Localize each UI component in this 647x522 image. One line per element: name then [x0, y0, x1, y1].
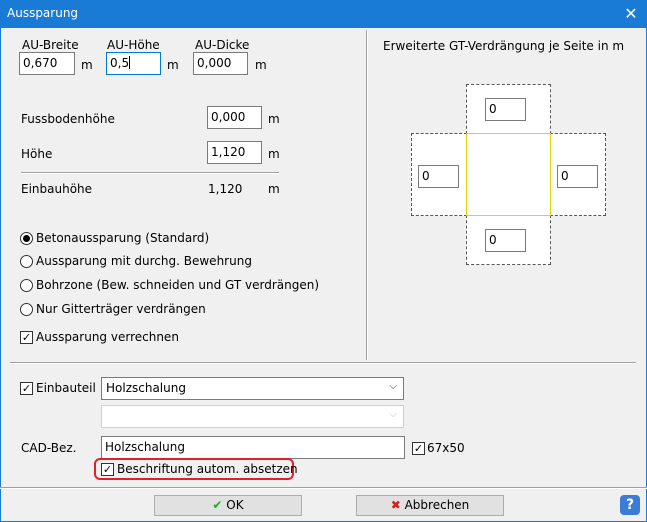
- chevron-down-icon: ⌵: [389, 409, 397, 420]
- einbauhoehe-unit: m: [268, 182, 280, 196]
- radio-gittertraeger-label[interactable]: Nur Gitterträger verdrängen: [36, 302, 206, 316]
- text-caret: [129, 56, 131, 69]
- au-breite-unit: m: [81, 58, 93, 72]
- fussbodenhoehe-label: Fussbodenhöhe: [21, 112, 115, 126]
- au-hoehe-label: AU-Höhe: [107, 38, 160, 52]
- einbauhoehe-value: 1,120: [208, 182, 243, 196]
- size-checkbox[interactable]: ✓: [412, 442, 425, 455]
- radio-gittertraeger[interactable]: [20, 303, 33, 316]
- beschriftung-checkbox[interactable]: ✓: [101, 463, 114, 476]
- radio-bohrzone-label[interactable]: Bohrzone (Bew. schneiden und GT verdräng…: [36, 278, 319, 292]
- cancel-button[interactable]: ✖ Abbrechen: [356, 495, 504, 516]
- title-bar: Aussparung ✕: [0, 0, 647, 28]
- radio-durchg-bewehrung-label[interactable]: Aussparung mit durchg. Bewehrung: [36, 254, 252, 268]
- au-breite-input[interactable]: 0,670: [19, 52, 75, 75]
- einbauteil-sub-select: ⌵: [101, 405, 404, 428]
- verrechnen-label[interactable]: Aussparung verrechnen: [36, 330, 179, 344]
- levels-separator: [21, 172, 279, 174]
- gt-title: Erweiterte GT-Verdrängung je Seite in m: [383, 39, 625, 53]
- gt-bottom-input[interactable]: 0: [485, 229, 526, 252]
- au-breite-label: AU-Breite: [22, 38, 79, 52]
- help-icon[interactable]: ?: [620, 495, 640, 515]
- fussbodenhoehe-input[interactable]: 0,000: [207, 106, 262, 129]
- einbauhoehe-label: Einbauhöhe: [21, 182, 93, 196]
- footer-separator: [0, 487, 647, 489]
- gt-center-box: [466, 133, 551, 216]
- au-hoehe-value: 0,5: [110, 56, 130, 70]
- gt-top-input[interactable]: 0: [485, 98, 526, 121]
- einbauteil-select[interactable]: Holzschalung ⌵: [101, 377, 404, 400]
- panel-separator: [366, 30, 368, 360]
- radio-durchg-bewehrung[interactable]: [20, 255, 33, 268]
- cad-bez-input[interactable]: Holzschalung: [101, 436, 405, 459]
- beschriftung-label[interactable]: Beschriftung autom. absetzen: [117, 462, 298, 476]
- hoehe-label: Höhe: [21, 147, 53, 161]
- size-label[interactable]: 67x50: [427, 441, 465, 455]
- close-icon[interactable]: ✕: [615, 0, 647, 28]
- x-icon: ✖: [390, 498, 401, 512]
- checkmark-icon: ✔: [212, 498, 223, 512]
- einbauteil-checkbox[interactable]: ✓: [20, 382, 33, 395]
- window-title: Aussparung: [7, 6, 79, 20]
- hoehe-unit: m: [268, 147, 280, 161]
- ok-button[interactable]: ✔ OK: [154, 495, 302, 516]
- au-dicke-unit: m: [255, 58, 267, 72]
- hoehe-input[interactable]: 1,120: [207, 141, 262, 164]
- au-hoehe-unit: m: [167, 58, 179, 72]
- radio-betonaussparung-label[interactable]: Betonaussparung (Standard): [36, 231, 209, 245]
- radio-betonaussparung[interactable]: [20, 232, 33, 245]
- einbauteil-select-value: Holzschalung: [106, 381, 186, 395]
- gt-right-input[interactable]: 0: [557, 165, 598, 188]
- cad-bez-label: CAD-Bez.: [21, 441, 77, 455]
- gt-left-input[interactable]: 0: [418, 165, 459, 188]
- au-dicke-input[interactable]: 0,000: [193, 52, 248, 75]
- cancel-button-label: Abbrechen: [404, 498, 470, 512]
- ok-button-label: OK: [226, 498, 244, 512]
- fussbodenhoehe-unit: m: [268, 112, 280, 126]
- verrechnen-checkbox[interactable]: ✓: [20, 331, 33, 344]
- radio-bohrzone[interactable]: [20, 279, 33, 292]
- einbauteil-label[interactable]: Einbauteil: [36, 381, 96, 395]
- au-hoehe-input[interactable]: 0,5: [106, 52, 161, 75]
- chevron-down-icon: ⌵: [389, 381, 397, 392]
- section-separator: [10, 362, 636, 364]
- au-dicke-label: AU-Dicke: [195, 38, 250, 52]
